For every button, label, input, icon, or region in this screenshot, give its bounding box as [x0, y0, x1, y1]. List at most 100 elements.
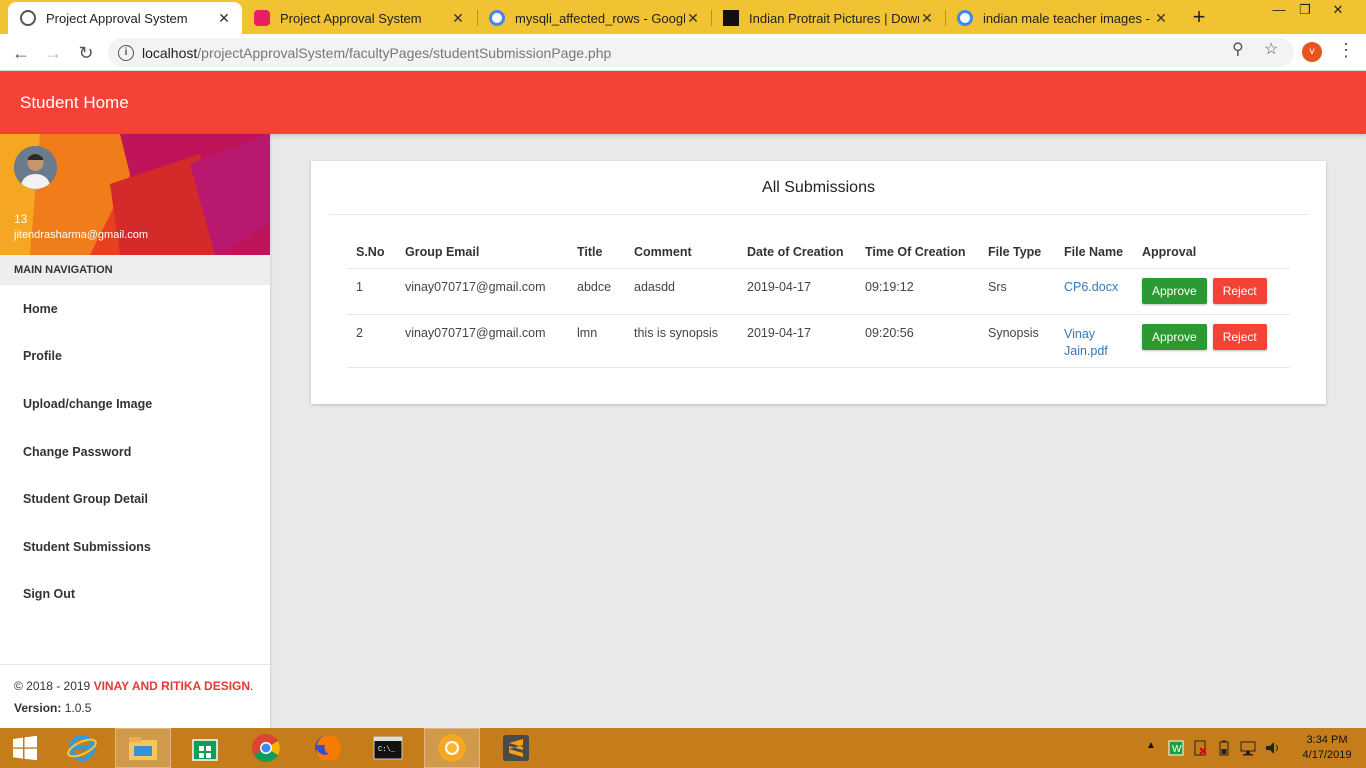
svg-text:W: W	[1172, 744, 1182, 755]
nav-header: MAIN NAVIGATION	[0, 255, 270, 285]
new-tab-button[interactable]: +	[1188, 4, 1210, 30]
app-title[interactable]: Student Home	[20, 93, 129, 113]
show-hidden-icons-icon[interactable]: ▲	[1146, 740, 1156, 751]
unsplash-icon	[723, 10, 739, 26]
cell-file-name: Vinay Jain.pdf	[1055, 314, 1133, 368]
column-header-title: Title	[568, 237, 625, 269]
close-icon[interactable]: ✕	[216, 10, 232, 27]
system-clock[interactable]: 3:34 PM 4/17/2019	[1296, 733, 1358, 763]
internet-explorer-icon[interactable]	[54, 728, 110, 768]
user-email: jitendrasharma@gmail.com	[14, 229, 149, 241]
profile-avatar[interactable]: v	[1302, 42, 1322, 62]
windows-start-icon[interactable]	[0, 728, 50, 768]
tab-title: Indian Protrait Pictures | Downlo	[749, 10, 919, 26]
cell-approval: Approve Reject	[1133, 268, 1290, 315]
network-icon[interactable]	[1240, 740, 1258, 759]
close-icon[interactable]: ✕	[919, 10, 935, 27]
forward-arrow-icon[interactable]: →	[40, 40, 66, 66]
tray-app-icon[interactable]: W	[1168, 740, 1184, 759]
kebab-menu-icon[interactable]: ⋮	[1337, 40, 1355, 61]
close-window-icon[interactable]: ✕	[1322, 0, 1354, 22]
cell-group-email: vinay070717@gmail.com	[396, 268, 568, 315]
cell-date: 2019-04-17	[738, 314, 856, 368]
sidebar-item-student-submissions[interactable]: Student Submissions	[0, 523, 270, 571]
url-path: /projectApprovalSystem/facultyPages/stud…	[197, 44, 612, 61]
firefox-icon[interactable]	[300, 728, 356, 768]
table-row: 2 vinay070717@gmail.com lmn this is syno…	[347, 314, 1290, 368]
back-arrow-icon[interactable]: ←	[8, 40, 34, 66]
google-icon	[957, 10, 973, 26]
svg-text:C:\_: C:\_	[378, 746, 396, 754]
avatar	[14, 146, 57, 189]
cell-file-type: Synopsis	[979, 314, 1055, 368]
security-icon[interactable]	[1192, 740, 1208, 759]
cell-date: 2019-04-17	[738, 268, 856, 315]
browser-tabstrip: Project Approval System ✕ Project Approv…	[0, 0, 1366, 34]
browser-tab-2[interactable]: Project Approval System ✕	[242, 2, 476, 34]
copyright-line: © 2018 - 2019 VINAY AND RITIKA DESIGN.	[14, 679, 270, 693]
chrome-icon[interactable]	[238, 728, 294, 768]
brand-link[interactable]: VINAY AND RITIKA DESIGN	[94, 679, 250, 693]
cell-title: lmn	[568, 314, 625, 368]
table-header-row: S.No Group Email Title Comment Date of C…	[347, 237, 1290, 269]
info-icon[interactable]: i	[118, 44, 134, 61]
sidebar-item-change-password[interactable]: Change Password	[0, 428, 270, 476]
column-header-approval: Approval	[1133, 237, 1290, 269]
sublime-text-icon[interactable]	[488, 728, 544, 768]
cell-comment: this is synopsis	[625, 314, 738, 368]
cell-sno: 2	[347, 314, 396, 368]
clock-time: 3:34 PM	[1306, 734, 1348, 746]
tab-title: Project Approval System	[46, 10, 188, 26]
sidebar-item-home[interactable]: Home	[0, 285, 270, 333]
cell-time: 09:20:56	[856, 314, 979, 368]
app-icon	[254, 10, 270, 26]
submissions-card: All Submissions S.No Group Email Title C…	[311, 161, 1326, 404]
cell-approval: Approve Reject	[1133, 314, 1290, 368]
close-icon[interactable]: ✕	[1153, 10, 1169, 27]
file-download-link[interactable]: Vinay Jain.pdf	[1064, 326, 1124, 360]
file-explorer-icon[interactable]	[115, 728, 171, 768]
sidebar-footer: © 2018 - 2019 VINAY AND RITIKA DESIGN. V…	[0, 664, 270, 728]
close-icon[interactable]: ✕	[685, 10, 701, 27]
windows-logo-icon	[13, 735, 37, 761]
app-header: Student Home	[0, 71, 1366, 134]
sidebar-item-student-group-detail[interactable]: Student Group Detail	[0, 475, 270, 523]
browser-tab-1[interactable]: Project Approval System ✕	[8, 2, 242, 34]
approve-button[interactable]: Approve	[1142, 323, 1207, 350]
zoom-icon[interactable]: ⚲	[1232, 39, 1244, 59]
nav-list: Home Profile Upload/change Image Change …	[0, 285, 270, 618]
volume-icon[interactable]	[1264, 740, 1282, 759]
taskbar: C:\_ ▲ W 3:34 PM 4/17/2019	[0, 728, 1366, 768]
file-download-link[interactable]: CP6.docx	[1064, 280, 1118, 294]
battery-icon[interactable]	[1216, 740, 1232, 759]
browser-tab-5[interactable]: indian male teacher images - Go ✕	[945, 2, 1179, 34]
version-value: 1.0.5	[61, 701, 92, 715]
sidebar-item-sign-out[interactable]: Sign Out	[0, 571, 270, 619]
browser-tab-4[interactable]: Indian Protrait Pictures | Downlo ✕	[711, 2, 945, 34]
column-header-group-email: Group Email	[396, 237, 568, 269]
cell-sno: 1	[347, 268, 396, 315]
command-prompt-icon[interactable]: C:\_	[360, 728, 416, 768]
browser-tab-3[interactable]: mysqli_affected_rows - Google S ✕	[477, 2, 711, 34]
url-text: localhost/projectApprovalSystem/facultyP…	[142, 45, 611, 61]
table-row: 1 vinay070717@gmail.com abdce adasdd 201…	[347, 268, 1290, 315]
globe-icon	[20, 10, 36, 26]
reload-icon[interactable]: ↻	[73, 40, 99, 66]
clock-date: 4/17/2019	[1302, 749, 1352, 761]
sidebar-item-profile[interactable]: Profile	[0, 333, 270, 381]
version-line: Version: 1.0.5	[14, 701, 270, 715]
store-icon[interactable]	[177, 728, 233, 768]
column-header-sno: S.No	[347, 237, 396, 269]
restore-icon[interactable]: ❐	[1289, 0, 1321, 22]
sidebar-item-upload-image[interactable]: Upload/change Image	[0, 380, 270, 428]
chrome-canary-icon[interactable]	[424, 728, 480, 768]
approve-button[interactable]: Approve	[1142, 277, 1207, 304]
brand-suffix: .	[250, 679, 254, 693]
reject-button[interactable]: Reject	[1212, 323, 1267, 350]
reject-button[interactable]: Reject	[1212, 277, 1267, 304]
address-bar[interactable]: i localhost/projectApprovalSystem/facult…	[108, 38, 1294, 67]
close-icon[interactable]: ✕	[450, 10, 466, 27]
user-id: 13	[14, 212, 28, 226]
bookmark-star-icon[interactable]: ☆	[1264, 39, 1278, 59]
google-icon	[489, 10, 505, 26]
